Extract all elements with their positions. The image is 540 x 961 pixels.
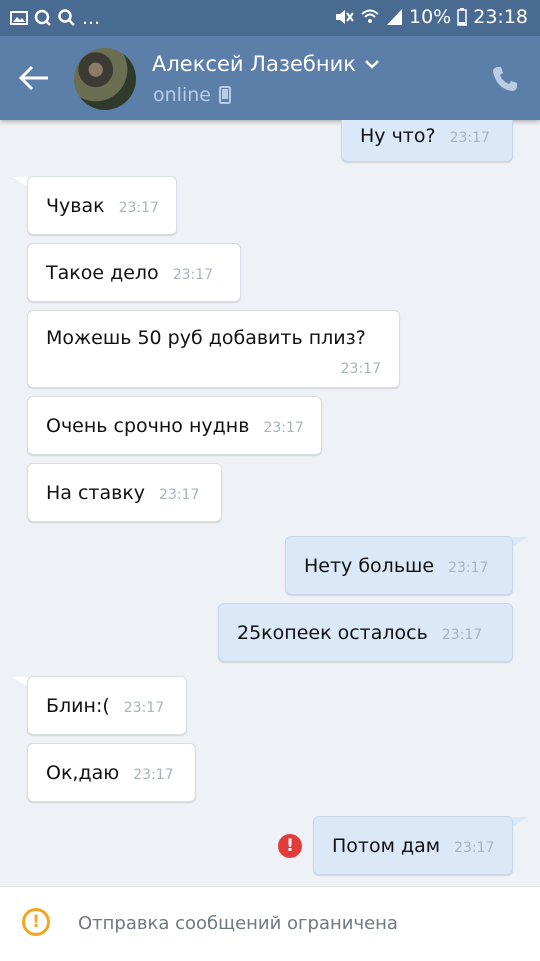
bubble-tail (512, 537, 528, 547)
message-time: 23:17 (263, 420, 304, 436)
phone-icon[interactable] (490, 64, 520, 94)
message-text: Можешь 50 руб добавить плиз? (46, 327, 366, 349)
message-text: 25копеек осталось (237, 622, 428, 644)
restriction-notice: Отправка сообщений ограничена (78, 913, 398, 934)
clock: 23:18 (473, 6, 528, 28)
message-text: Блин:( (46, 695, 110, 717)
message-text: На ставку (46, 482, 146, 504)
message-text: Ну что? (360, 125, 436, 147)
search-app-icon (34, 9, 51, 26)
message-time: 23:17 (159, 487, 200, 503)
battery-percent: 10% (409, 6, 452, 28)
message-bubble-incoming[interactable]: Чувак 23:17 (27, 176, 177, 235)
avatar[interactable] (74, 48, 136, 110)
message-list[interactable]: Ну что? 23:17 Чувак 23:17 Такое дело 23:17 … (0, 120, 540, 886)
message-time: 23:17 (448, 560, 489, 576)
message-time: 23:17 (172, 267, 214, 283)
mobile-icon (218, 86, 231, 104)
status-bar: ... 10% 23:18 (0, 0, 540, 36)
mute-icon (336, 10, 354, 24)
signal-icon (387, 9, 402, 25)
chat-header: Алексей Лазебник online (0, 36, 540, 120)
contact-name-button[interactable]: Алексей Лазебник (152, 52, 380, 76)
gallery-icon (10, 11, 28, 25)
message-bubble-outgoing[interactable]: Нету больше 23:17 (285, 536, 513, 595)
message-text: Такое дело (46, 262, 159, 284)
wifi-icon (361, 9, 379, 23)
more-notifications-dots: ... (82, 7, 101, 29)
chevron-down-icon (365, 60, 379, 69)
message-text: Ок,даю (46, 762, 120, 784)
bubble-tail (12, 177, 28, 187)
message-text: Потом дам (332, 835, 441, 857)
online-status: online (153, 84, 211, 106)
bubble-tail (512, 817, 528, 827)
arrow-left-icon[interactable] (18, 64, 50, 92)
message-bubble-incoming[interactable]: Очень срочно нуднв 23:17 (27, 396, 322, 455)
status-bar-notifications: ... (10, 7, 100, 29)
message-text: Нету больше (304, 555, 435, 577)
battery-icon (457, 8, 467, 26)
message-time: 23:17 (340, 361, 381, 377)
message-bubble-incoming[interactable]: Блин:( 23:17 (27, 676, 187, 735)
message-time: 23:17 (449, 130, 490, 146)
message-bubble-incoming[interactable]: Ок,даю 23:17 (27, 743, 196, 802)
message-bubble-outgoing[interactable]: Ну что? 23:17 (341, 120, 513, 162)
message-time: 23:17 (441, 627, 483, 643)
contact-status: online (153, 84, 231, 106)
bubble-tail (12, 677, 28, 687)
error-icon[interactable]: ! (278, 834, 302, 858)
message-bubble-outgoing-failed[interactable]: Потом дам 23:17 (313, 816, 513, 875)
message-bubble-incoming[interactable]: Такое дело 23:17 (27, 243, 241, 302)
message-time: 23:17 (133, 767, 174, 783)
message-time: 23:17 (454, 840, 495, 856)
search-icon (58, 9, 75, 26)
message-text: Очень срочно нуднв (46, 415, 250, 437)
message-bubble-incoming[interactable]: На ставку 23:17 (27, 463, 222, 522)
message-time: 23:17 (123, 700, 165, 716)
message-text: Чувак (46, 195, 105, 217)
message-bubble-outgoing[interactable]: 25копеек осталось 23:17 (218, 603, 513, 662)
message-time: 23:17 (118, 200, 159, 216)
messaging-restricted-bar: ! Отправка сообщений ограничена (0, 886, 540, 961)
message-bubble-incoming[interactable]: Можешь 50 руб добавить плиз? 23:17 (27, 310, 400, 388)
contact-name: Алексей Лазебник (152, 52, 356, 76)
warning-icon: ! (22, 908, 50, 936)
status-bar-system: 10% 23:18 (333, 6, 528, 28)
